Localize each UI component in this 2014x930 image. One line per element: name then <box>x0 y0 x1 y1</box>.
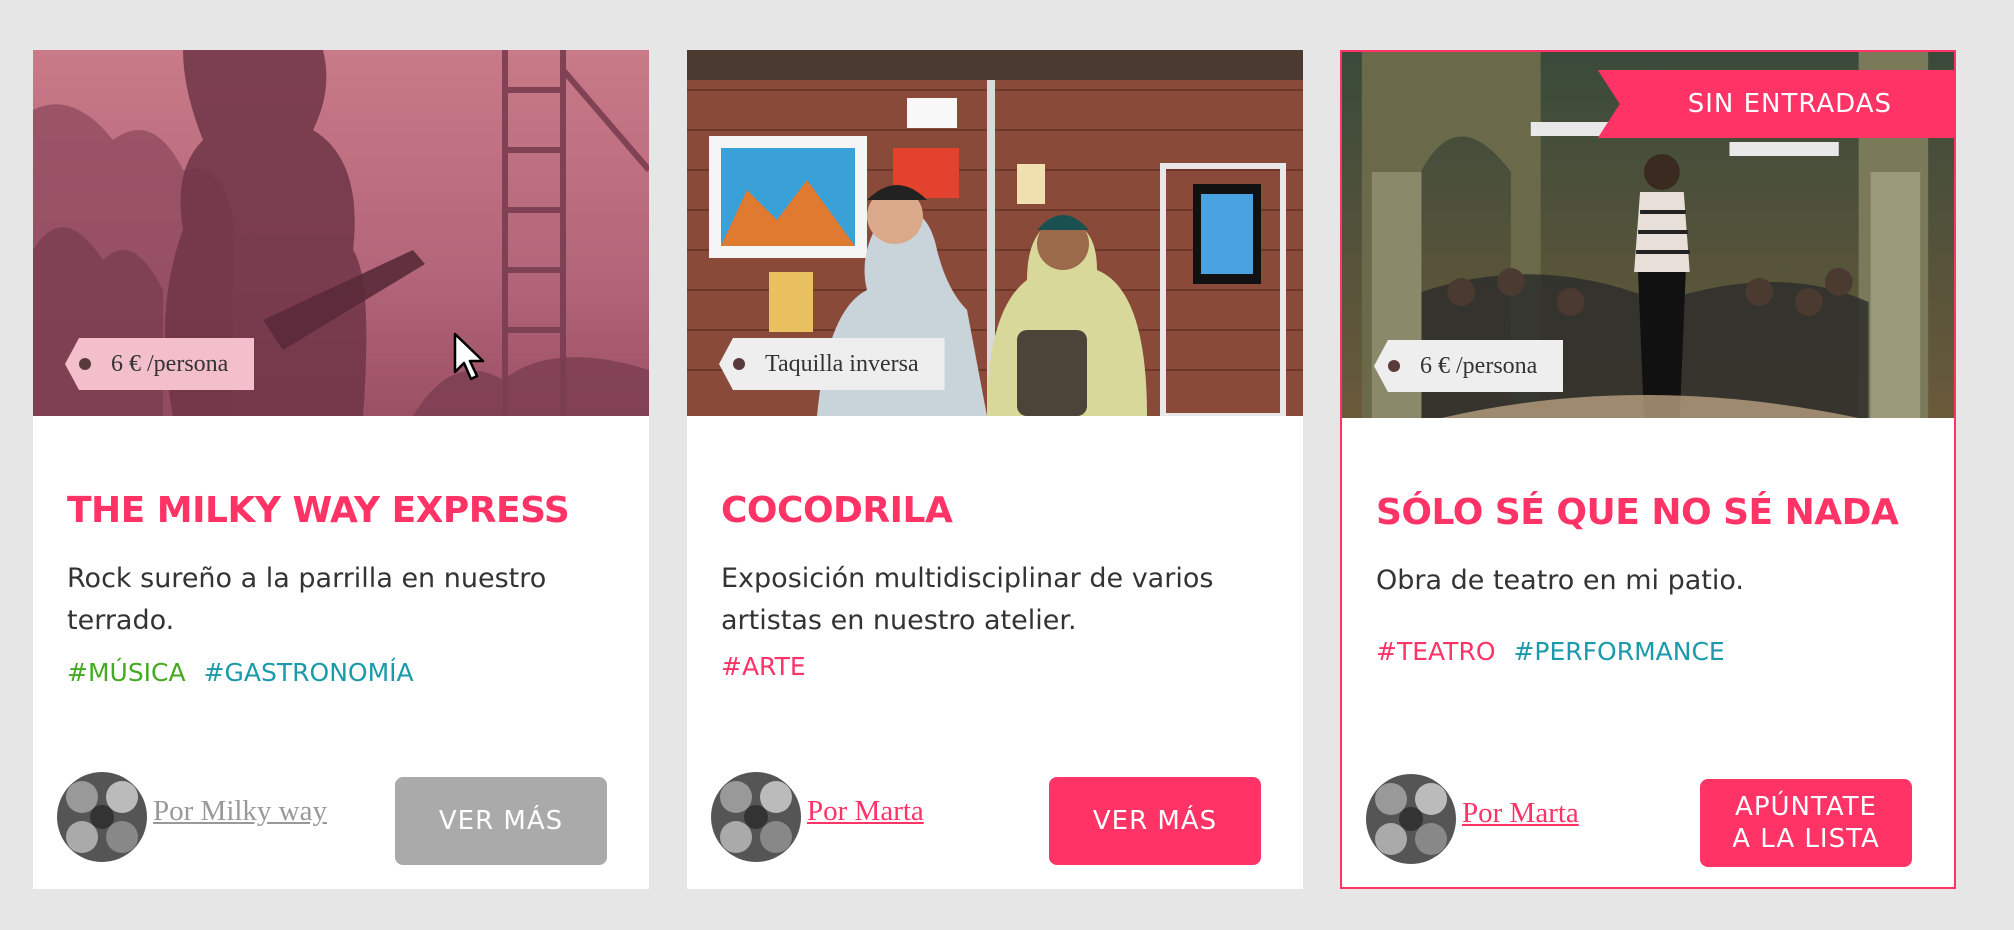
event-tags: #TEATRO #PERFORMANCE <box>1376 637 1735 666</box>
tag-icon <box>1388 360 1400 372</box>
tag-arte[interactable]: #ARTE <box>721 652 806 681</box>
event-description: Rock sureño a la parrilla en nuestro ter… <box>67 563 547 636</box>
event-tags: #ARTE <box>721 652 816 681</box>
event-card-cocodrila[interactable]: Taquilla inversa COCODRILA Exposición mu… <box>687 50 1303 889</box>
event-card-solo-se[interactable]: SIN ENTRADAS 6 € /persona SÓLO SÉ QUE NO… <box>1340 50 1956 889</box>
price-label: 6 € /persona <box>1420 353 1538 379</box>
event-card-milky-way[interactable]: 6 € /persona THE MILKY WAY EXPRESS Rock … <box>33 50 649 889</box>
avatar[interactable] <box>1366 774 1456 864</box>
event-title[interactable]: THE MILKY WAY EXPRESS <box>67 490 570 531</box>
tag-icon <box>733 358 745 370</box>
event-tags: #MÚSICA #GASTRONOMÍA <box>67 658 424 687</box>
price-tag: Taquilla inversa <box>719 338 945 390</box>
tag-performance[interactable]: #PERFORMANCE <box>1513 637 1724 666</box>
price-tag: 6 € /persona <box>65 338 255 390</box>
event-title[interactable]: SÓLO SÉ QUE NO SÉ NADA <box>1376 492 1899 533</box>
avatar[interactable] <box>57 772 147 862</box>
author-link[interactable]: Por Milky way <box>153 795 327 828</box>
price-label: 6 € /persona <box>111 351 229 377</box>
waitlist-button-line1: APÚNTATE <box>1735 792 1877 822</box>
tag-teatro[interactable]: #TEATRO <box>1376 637 1496 666</box>
waitlist-button-line2: A LA LISTA <box>1732 824 1880 854</box>
event-title[interactable]: COCODRILA <box>721 490 953 531</box>
waitlist-button[interactable]: APÚNTATE A LA LISTA <box>1700 779 1912 867</box>
author-link[interactable]: Por Marta <box>807 795 924 828</box>
avatar[interactable] <box>711 772 801 862</box>
tag-icon <box>79 358 91 370</box>
sold-out-ribbon: SIN ENTRADAS <box>1597 70 1954 138</box>
tag-gastronomia[interactable]: #GASTRONOMÍA <box>204 658 414 687</box>
ver-mas-button[interactable]: VER MÁS <box>395 777 607 865</box>
author-link[interactable]: Por Marta <box>1462 797 1579 830</box>
tag-musica[interactable]: #MÚSICA <box>67 658 186 687</box>
event-description: Exposición multidisciplinar de varios ar… <box>721 563 1214 636</box>
price-tag: 6 € /persona <box>1374 340 1564 392</box>
event-description: Obra de teatro en mi patio. <box>1376 565 1744 596</box>
arrow-cursor-icon <box>453 332 485 381</box>
price-label: Taquilla inversa <box>765 351 919 377</box>
ver-mas-button[interactable]: VER MÁS <box>1049 777 1261 865</box>
